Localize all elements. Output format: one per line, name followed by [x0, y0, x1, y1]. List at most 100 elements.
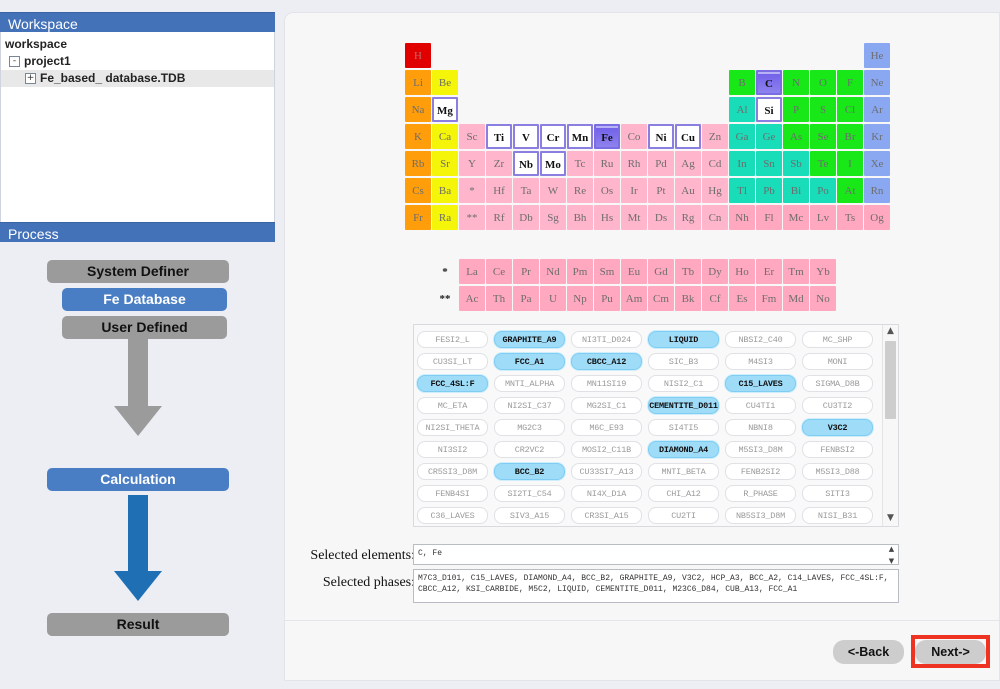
selected-phases-field[interactable]: M7C3_D101, C15_LAVES, DIAMOND_A4, BCC_B2…: [413, 569, 899, 603]
phase-item[interactable]: CU2TI: [648, 507, 719, 524]
element-cell-Rb[interactable]: Rb: [405, 151, 431, 176]
element-cell-Mn[interactable]: Mn: [567, 124, 593, 149]
element-cell-Sb[interactable]: Sb: [783, 151, 809, 176]
process-step-fe-database[interactable]: Fe Database: [62, 288, 227, 311]
element-cell-S[interactable]: S: [810, 97, 836, 122]
phase-list-scrollbar[interactable]: ▲ ▼: [882, 325, 898, 526]
element-cell-seriesseries[interactable]: **: [459, 205, 485, 230]
element-cell-Fl[interactable]: Fl: [756, 205, 782, 230]
element-cell-Mo[interactable]: Mo: [540, 151, 566, 176]
scrollbar-thumb[interactable]: [885, 341, 896, 419]
element-cell-Pa[interactable]: Pa: [513, 286, 539, 311]
element-cell-I[interactable]: I: [837, 151, 863, 176]
phase-item[interactable]: R_PHASE: [725, 485, 796, 502]
element-cell-Na[interactable]: Na: [405, 97, 431, 122]
element-cell-Si[interactable]: Si: [756, 97, 782, 122]
phase-item[interactable]: CU3TI2: [802, 397, 873, 414]
phase-item[interactable]: MNTI_ALPHA: [494, 375, 565, 392]
element-cell-P[interactable]: P: [783, 97, 809, 122]
element-cell-Tc[interactable]: Tc: [567, 151, 593, 176]
tree-item[interactable]: - project1: [1, 53, 274, 70]
element-cell-Os[interactable]: Os: [594, 178, 620, 203]
element-cell-Ni[interactable]: Ni: [648, 124, 674, 149]
element-cell-F[interactable]: F: [837, 70, 863, 95]
phase-item[interactable]: NI3SI2: [417, 441, 488, 458]
process-step-result[interactable]: Result: [47, 613, 229, 636]
element-cell-Er[interactable]: Er: [756, 259, 782, 284]
element-cell-Ts[interactable]: Ts: [837, 205, 863, 230]
element-cell-Np[interactable]: Np: [567, 286, 593, 311]
element-cell-Ar[interactable]: Ar: [864, 97, 890, 122]
element-cell-Sn[interactable]: Sn: [756, 151, 782, 176]
phase-item[interactable]: M4SI3: [725, 353, 796, 370]
element-cell-Nd[interactable]: Nd: [540, 259, 566, 284]
element-cell-Yb[interactable]: Yb: [810, 259, 836, 284]
phase-item[interactable]: NISI_B31: [802, 507, 873, 524]
process-step-system-definer[interactable]: System Definer: [47, 260, 229, 283]
element-cell-Th[interactable]: Th: [486, 286, 512, 311]
element-cell-La[interactable]: La: [459, 259, 485, 284]
phase-item[interactable]: FENB2SI2: [725, 463, 796, 480]
element-cell-Tm[interactable]: Tm: [783, 259, 809, 284]
element-cell-Mc[interactable]: Mc: [783, 205, 809, 230]
element-cell-Fe[interactable]: Fe: [594, 124, 620, 149]
element-cell-Cm[interactable]: Cm: [648, 286, 674, 311]
element-cell-As[interactable]: As: [783, 124, 809, 149]
element-cell-Te[interactable]: Te: [810, 151, 836, 176]
phase-item[interactable]: M6C_E93: [571, 419, 642, 436]
element-cell-Hs[interactable]: Hs: [594, 205, 620, 230]
phase-item[interactable]: MONI: [802, 353, 873, 370]
phase-item[interactable]: C15_LAVES: [725, 375, 796, 392]
element-cell-Hf[interactable]: Hf: [486, 178, 512, 203]
element-cell-Kr[interactable]: Kr: [864, 124, 890, 149]
element-cell-Be[interactable]: Be: [432, 70, 458, 95]
phase-item[interactable]: SIC_B3: [648, 353, 719, 370]
phase-item[interactable]: SI2TI_C54: [494, 485, 565, 502]
tree-item[interactable]: workspace: [1, 36, 274, 53]
element-cell-Zr[interactable]: Zr: [486, 151, 512, 176]
element-cell-Db[interactable]: Db: [513, 205, 539, 230]
element-cell-Xe[interactable]: Xe: [864, 151, 890, 176]
phase-item[interactable]: SI4TI5: [648, 419, 719, 436]
phase-item[interactable]: CR2VC2: [494, 441, 565, 458]
element-cell-B[interactable]: B: [729, 70, 755, 95]
element-cell-Ba[interactable]: Ba: [432, 178, 458, 203]
element-cell-Pt[interactable]: Pt: [648, 178, 674, 203]
element-cell-Ce[interactable]: Ce: [486, 259, 512, 284]
element-cell-Eu[interactable]: Eu: [621, 259, 647, 284]
phase-item[interactable]: MNTI_BETA: [648, 463, 719, 480]
phase-item[interactable]: M5SI3_D8M: [725, 441, 796, 458]
process-step-user-defined[interactable]: User Defined: [62, 316, 227, 339]
element-cell-Ta[interactable]: Ta: [513, 178, 539, 203]
phase-item[interactable]: M5SI3_D88: [802, 463, 873, 480]
expand-icon[interactable]: +: [25, 73, 36, 84]
element-cell-Es[interactable]: Es: [729, 286, 755, 311]
back-button[interactable]: <-Back: [833, 640, 904, 664]
element-cell-Mg[interactable]: Mg: [432, 97, 458, 122]
phase-item[interactable]: DIAMOND_A4: [648, 441, 719, 458]
element-cell-Zn[interactable]: Zn: [702, 124, 728, 149]
element-cell-Po[interactable]: Po: [810, 178, 836, 203]
element-cell-Pb[interactable]: Pb: [756, 178, 782, 203]
phase-item[interactable]: FESI2_L: [417, 331, 488, 348]
phase-item[interactable]: SIGMA_D8B: [802, 375, 873, 392]
element-cell-Bk[interactable]: Bk: [675, 286, 701, 311]
element-cell-Pm[interactable]: Pm: [567, 259, 593, 284]
element-cell-Cl[interactable]: Cl: [837, 97, 863, 122]
element-cell-Ne[interactable]: Ne: [864, 70, 890, 95]
phase-item[interactable]: CU33SI7_A13: [571, 463, 642, 480]
phase-item[interactable]: CU3SI_LT: [417, 353, 488, 370]
element-cell-U[interactable]: U: [540, 286, 566, 311]
element-cell-Br[interactable]: Br: [837, 124, 863, 149]
phase-item[interactable]: FCC_A1: [494, 353, 565, 370]
phase-item[interactable]: CBCC_A12: [571, 353, 642, 370]
phase-selection-list[interactable]: FESI2_L GRAPHITE_A9 NI3TI_D024 LIQUID NBSI2_…: [413, 324, 899, 527]
phase-item[interactable]: NBSI2_C40: [725, 331, 796, 348]
element-cell-K[interactable]: K: [405, 124, 431, 149]
element-cell-In[interactable]: In: [729, 151, 755, 176]
element-cell-Ca[interactable]: Ca: [432, 124, 458, 149]
element-cell-Rn[interactable]: Rn: [864, 178, 890, 203]
scroll-down-arrow-icon[interactable]: ▼: [883, 512, 898, 526]
phase-item[interactable]: FENBSI2: [802, 441, 873, 458]
phase-item[interactable]: V3C2: [802, 419, 873, 436]
